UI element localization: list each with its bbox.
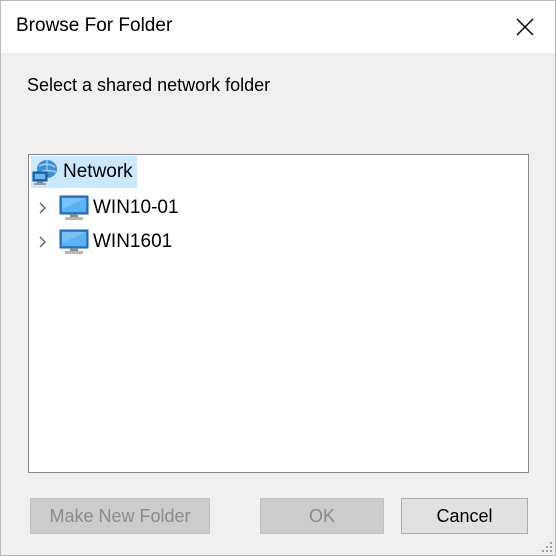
browse-for-folder-dialog: Browse For Folder Select a shared networ… — [0, 0, 556, 556]
chevron-right-icon[interactable] — [35, 200, 51, 216]
close-icon — [516, 18, 534, 36]
window-title: Browse For Folder — [16, 15, 173, 36]
chevron-right-icon[interactable] — [35, 234, 51, 250]
tree-item-network[interactable]: Network — [31, 156, 137, 188]
network-icon — [31, 158, 59, 186]
ok-button[interactable]: OK — [260, 498, 384, 534]
computer-icon — [59, 195, 89, 221]
dialog-prompt: Select a shared network folder — [27, 75, 271, 95]
tree-item-win1601[interactable]: WIN1601 — [35, 226, 172, 258]
tree-item-label: WIN1601 — [93, 231, 173, 252]
close-button[interactable] — [495, 1, 555, 53]
folder-tree[interactable]: Network WIN10-01 WIN1601 — [28, 154, 529, 473]
tree-item-label: Network — [63, 161, 133, 182]
tree-item-selection: Network — [31, 156, 137, 188]
make-new-folder-button[interactable]: Make New Folder — [30, 498, 210, 534]
title-bar: Browse For Folder — [1, 1, 555, 53]
cancel-button[interactable]: Cancel — [401, 498, 528, 534]
resize-grip-icon[interactable] — [541, 541, 553, 553]
tree-item-label: WIN10-01 — [93, 197, 179, 218]
computer-icon — [59, 229, 89, 255]
tree-item-win10-01[interactable]: WIN10-01 — [35, 192, 179, 224]
